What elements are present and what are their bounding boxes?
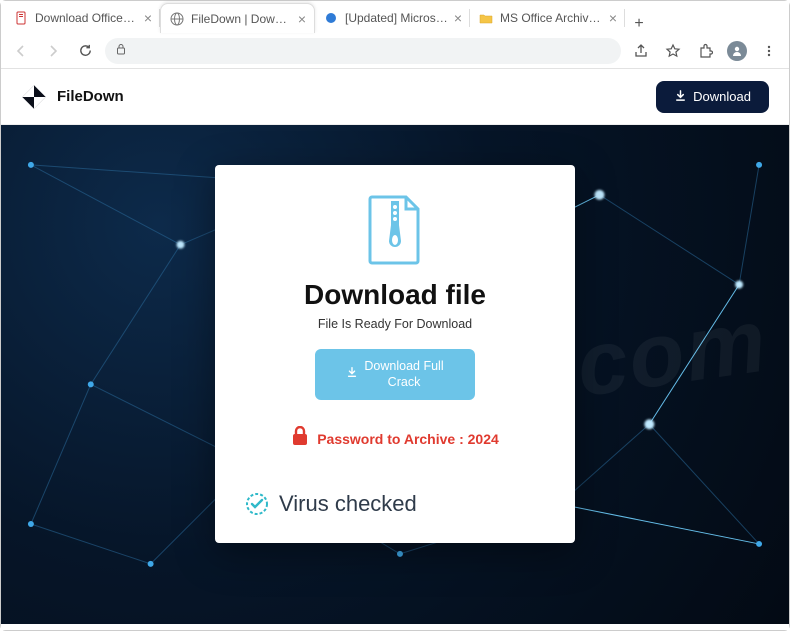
header-download-label: Download xyxy=(693,89,751,104)
checkmark-badge-icon xyxy=(245,492,269,516)
forward-button[interactable] xyxy=(41,39,65,63)
profile-avatar[interactable] xyxy=(725,39,749,63)
tab-1[interactable]: FileDown | Download file × xyxy=(160,3,315,33)
header-download-button[interactable]: Download xyxy=(656,81,769,113)
favicon-folder-icon xyxy=(478,10,494,26)
virus-checked-label: Virus checked xyxy=(279,491,417,517)
password-text: Password to Archive : 2024 xyxy=(317,431,499,447)
tab-label: [Updated] Microsoft Office Cra… xyxy=(345,11,448,25)
extensions-icon[interactable] xyxy=(693,39,717,63)
browser-toolbar xyxy=(1,33,789,69)
back-button[interactable] xyxy=(9,39,33,63)
tab-0[interactable]: Download Office 365 Pro Plus F… × xyxy=(5,3,160,33)
hero-section: pcrisk.com Download file File Is Ready F… xyxy=(1,125,789,624)
footer-gap xyxy=(1,624,789,630)
tab-strip: Download Office 365 Pro Plus F… × FileDo… xyxy=(1,1,789,33)
bookmark-star-icon[interactable] xyxy=(661,39,685,63)
tab-label: FileDown | Download file xyxy=(191,12,292,26)
favicon-globe-icon xyxy=(169,11,185,27)
card-title: Download file xyxy=(304,279,486,311)
download-icon xyxy=(346,366,358,383)
zip-file-icon xyxy=(366,195,424,265)
tab-close-icon[interactable]: × xyxy=(454,11,462,25)
menu-dots-icon[interactable] xyxy=(757,39,781,63)
brand[interactable]: FileDown xyxy=(21,84,124,110)
reload-button[interactable] xyxy=(73,39,97,63)
address-bar[interactable] xyxy=(105,38,621,64)
password-row: Password to Archive : 2024 xyxy=(291,426,499,451)
brand-logo-icon xyxy=(21,84,47,110)
tab-close-icon[interactable]: × xyxy=(298,12,306,26)
favicon-circle-icon xyxy=(323,10,339,26)
tab-label: Download Office 365 Pro Plus F… xyxy=(35,11,138,25)
site-header: FileDown Download xyxy=(1,69,789,125)
tab-close-icon[interactable]: × xyxy=(144,11,152,25)
browser-window: Download Office 365 Pro Plus F… × FileDo… xyxy=(0,0,790,631)
tab-label: MS Office Archives - Crack 4 PC xyxy=(500,11,603,25)
download-crack-button[interactable]: Download FullCrack xyxy=(315,349,475,400)
share-icon[interactable] xyxy=(629,39,653,63)
download-icon xyxy=(674,89,687,105)
virus-checked-row: Virus checked xyxy=(245,491,417,517)
favicon-doc-icon xyxy=(13,10,29,26)
tab-2[interactable]: [Updated] Microsoft Office Cra… × xyxy=(315,3,470,33)
brand-name: FileDown xyxy=(57,88,124,105)
download-card: Download file File Is Ready For Download… xyxy=(215,165,575,543)
lock-icon xyxy=(291,426,309,451)
card-subtitle: File Is Ready For Download xyxy=(318,317,472,331)
tab-3[interactable]: MS Office Archives - Crack 4 PC × xyxy=(470,3,625,33)
crack-button-label: Download FullCrack xyxy=(364,359,443,390)
lock-icon xyxy=(115,43,127,58)
new-tab-button[interactable]: + xyxy=(625,15,653,33)
tab-close-icon[interactable]: × xyxy=(609,11,617,25)
